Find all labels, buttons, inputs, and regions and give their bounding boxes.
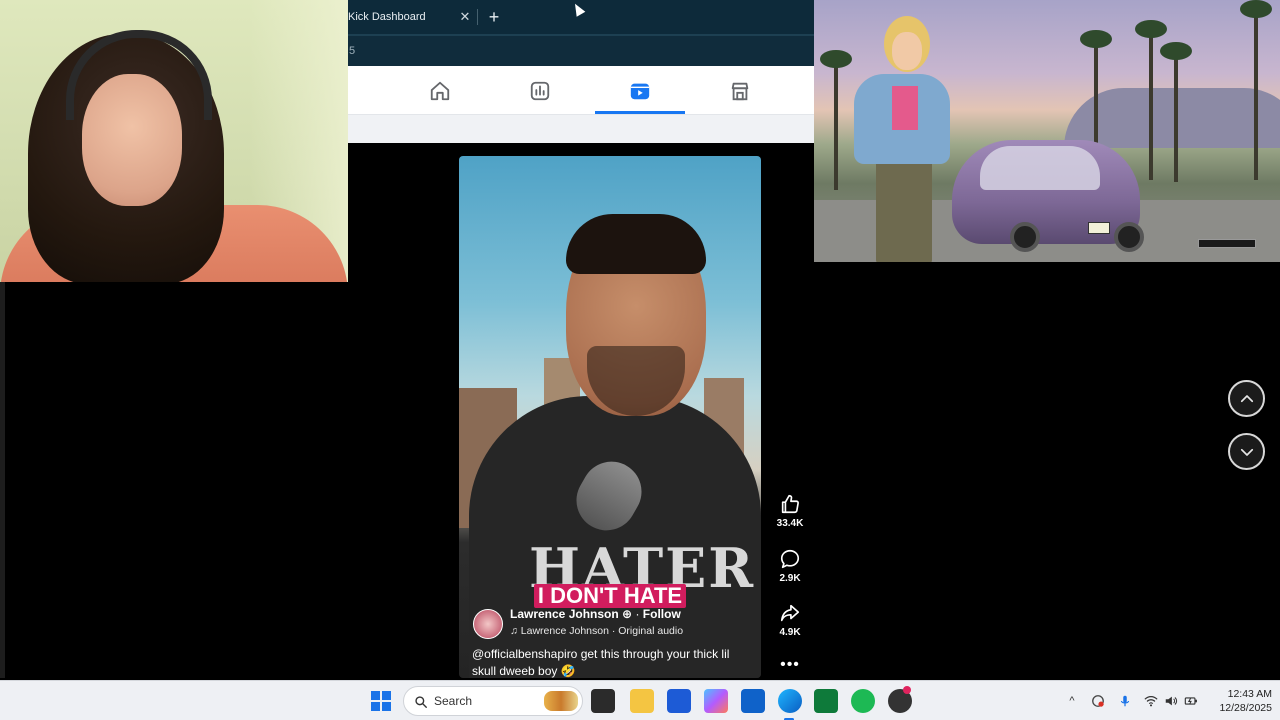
palm-tree — [1135, 20, 1167, 180]
game-car-window — [980, 146, 1100, 190]
nav-active-indicator — [595, 111, 685, 114]
search-label: Search — [434, 694, 473, 708]
mouse-cursor-icon — [570, 1, 586, 17]
comment-count: 2.9K — [779, 573, 801, 584]
game-car-plate — [1088, 222, 1110, 234]
game-overlay — [814, 0, 1280, 262]
chevron-down-icon — [1240, 448, 1253, 456]
nav-video[interactable] — [595, 66, 685, 115]
author-line: Lawrence Johnson ⊕ · Follow — [510, 607, 681, 621]
notification-badge — [903, 686, 911, 694]
start-button[interactable] — [369, 689, 393, 713]
battery-icon[interactable] — [1183, 693, 1199, 709]
avatar[interactable] — [473, 609, 503, 639]
marketplace-icon — [731, 82, 749, 100]
share-icon — [780, 604, 800, 622]
search-highlight-icon — [544, 691, 578, 711]
clock-date: 12/28/2025 — [1219, 702, 1272, 714]
person-hair — [566, 214, 706, 274]
like-count: 33.4K — [776, 518, 804, 529]
network-status-icon[interactable] — [1090, 693, 1106, 709]
microphone-icon[interactable] — [1117, 693, 1133, 709]
sheets-app-icon[interactable] — [814, 689, 838, 713]
reel-author: Lawrence Johnson ⊕ · Follow ♫ Lawrence J… — [473, 606, 753, 642]
store-icon[interactable] — [667, 689, 691, 713]
wifi-icon[interactable] — [1143, 693, 1159, 709]
address-bar[interactable]: 5 — [348, 34, 814, 66]
palm-tree — [1160, 42, 1192, 182]
game-character — [854, 10, 950, 262]
nav-dashboard[interactable] — [495, 66, 585, 115]
edge-icon[interactable] — [778, 689, 802, 713]
video-caption-text: I DON'T HATE — [533, 584, 687, 608]
clock[interactable]: 12:43 AM 12/28/2025 — [1206, 687, 1272, 715]
game-hud — [1198, 239, 1256, 248]
dashboard-icon — [530, 81, 550, 100]
tab-close-icon[interactable]: ✕ — [458, 0, 472, 34]
chevron-up-icon — [1240, 394, 1253, 402]
separator: · — [635, 607, 640, 621]
windows-taskbar: Search ^ 12:43 AM 12/28/2025 — [0, 680, 1280, 720]
facebook-nav-bar — [348, 66, 814, 115]
game-character-top — [892, 86, 918, 130]
clock-time: 12:43 AM — [1227, 688, 1272, 700]
palm-tree — [820, 50, 852, 190]
share-button[interactable]: 4.9K — [770, 602, 810, 638]
outlook-icon[interactable] — [741, 689, 765, 713]
next-reel-button[interactable] — [1228, 433, 1265, 470]
more-options-icon[interactable]: ••• — [776, 657, 804, 673]
obs-icon[interactable] — [888, 686, 912, 713]
tab-bar: Kick Dashboard ✕ + — [348, 0, 814, 34]
comment-icon — [780, 549, 800, 569]
game-car-wheel — [1010, 222, 1040, 252]
nav-home[interactable] — [395, 66, 485, 115]
previous-reel-button[interactable] — [1228, 380, 1265, 417]
browser-window: Kick Dashboard ✕ + 5 — [348, 0, 814, 143]
game-car-wheel — [1114, 222, 1144, 252]
thumbs-up-icon — [781, 494, 799, 514]
volume-icon[interactable] — [1163, 693, 1179, 709]
new-tab-button[interactable]: + — [484, 0, 504, 34]
address-text: 5 — [349, 45, 356, 57]
game-character-legs — [876, 160, 932, 262]
like-button[interactable]: 33.4K — [770, 493, 810, 529]
nav-sub-bar — [348, 115, 814, 143]
game-character-face — [892, 32, 922, 70]
task-view-icon[interactable] — [591, 689, 615, 713]
video-caption: I DON'T HATE — [459, 584, 761, 608]
show-hidden-icons-caret[interactable]: ^ — [1064, 693, 1080, 709]
taskbar-search[interactable]: Search — [403, 686, 583, 716]
search-icon — [415, 696, 427, 708]
nav-marketplace[interactable] — [695, 66, 785, 115]
home-icon — [430, 81, 450, 100]
webcam-overlay — [0, 0, 348, 282]
windows-logo-icon — [371, 691, 391, 711]
tab-divider — [477, 9, 478, 25]
comment-button[interactable]: 2.9K — [770, 548, 810, 584]
follow-button[interactable]: Follow — [643, 607, 681, 621]
globe-icon: ⊕ — [622, 607, 636, 621]
audio-line[interactable]: ♫ Lawrence Johnson · Original audio — [510, 625, 683, 637]
video-icon — [630, 83, 650, 99]
tab-title: Kick Dashboard — [348, 11, 426, 23]
share-count: 4.9K — [779, 627, 801, 638]
side-border — [0, 282, 5, 678]
copilot-icon[interactable] — [704, 689, 728, 713]
screen: Kick Dashboard ✕ + 5 HATER I DON'T HATE … — [0, 0, 1280, 720]
author-name[interactable]: Lawrence Johnson — [510, 607, 619, 621]
spotify-icon[interactable] — [851, 689, 875, 713]
post-caption: @officialbenshapiro get this through you… — [472, 647, 730, 678]
file-explorer-icon[interactable] — [630, 689, 654, 713]
reel-video[interactable]: HATER I DON'T HATE Lawrence Johnson ⊕ · … — [459, 156, 761, 678]
palm-tree — [1240, 0, 1272, 180]
